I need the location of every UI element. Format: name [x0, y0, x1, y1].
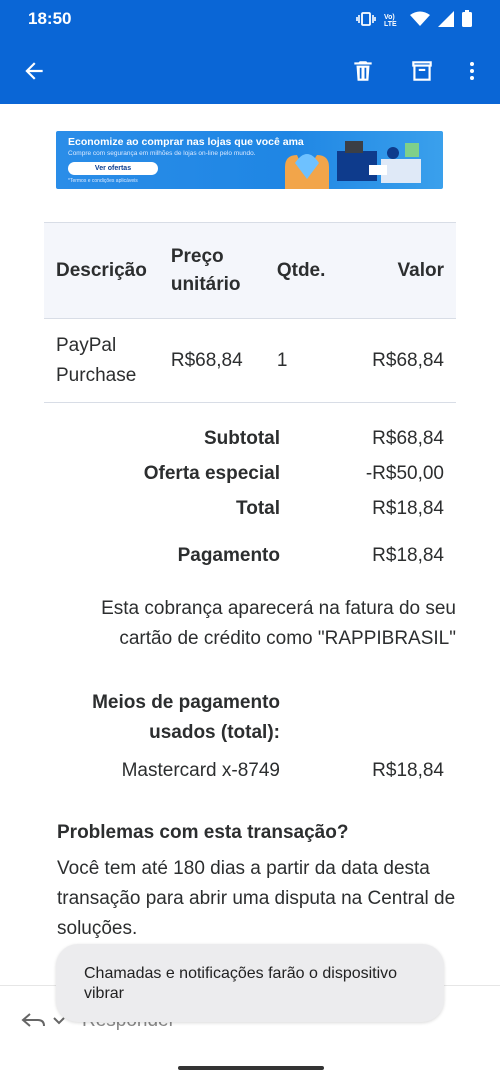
subtotal-label: Subtotal: [204, 428, 280, 449]
vibrate-toast: Chamadas e notificações farão o disposit…: [56, 944, 444, 1022]
more-vert-icon: [470, 62, 474, 80]
payment-row: Pagamento R$18,84: [44, 545, 456, 580]
volte-icon: Vo) LTE: [384, 14, 397, 28]
archive-icon: [412, 61, 432, 81]
item-unit-price: R$68,84: [170, 349, 243, 371]
item-value: R$68,84: [372, 349, 444, 371]
more-options-button[interactable]: [452, 51, 492, 91]
offer-row: Oferta especial -R$50,00: [44, 463, 456, 498]
subtotal-value: R$68,84: [372, 428, 444, 449]
signal-icon: [438, 10, 454, 32]
status-time: 18:50: [28, 9, 72, 28]
total-row: Total R$18,84: [44, 498, 456, 533]
offer-value: -R$50,00: [365, 463, 444, 484]
delete-button[interactable]: [343, 51, 383, 91]
subtotal-row: Subtotal R$68,84: [44, 428, 456, 463]
header-description: Descrição: [56, 259, 147, 281]
table-header-row: Descrição Preço unitário Qtde. Valor: [44, 222, 456, 319]
card-amount: R$18,84: [372, 760, 444, 781]
payment-value: R$18,84: [372, 545, 444, 566]
arrow-left-icon: [25, 62, 43, 80]
status-bar: 18:50 Vo) LTE: [0, 0, 500, 38]
home-indicator[interactable]: [178, 1066, 324, 1070]
promo-terms: *Termos e condições aplicáveis: [68, 178, 138, 184]
promo-banner[interactable]: Economize ao comprar nas lojas que você …: [56, 131, 443, 189]
promo-subtitle: Compre com segurança em milhões de lojas…: [68, 150, 256, 157]
billing-notice: Esta cobrança aparecerá na fatura do seu…: [101, 598, 456, 649]
card-name: Mastercard x-8749: [121, 760, 280, 781]
table-row: PayPal Purchase R$68,84 1 R$68,84: [44, 319, 456, 403]
battery-icon: [462, 10, 472, 32]
total-value: R$18,84: [372, 498, 444, 519]
vibrate-icon: [356, 11, 376, 32]
back-button[interactable]: [14, 51, 54, 91]
header-qty: Qtde.: [276, 259, 326, 281]
payment-methods-label: Meios de pagamento usados (total):: [92, 692, 280, 743]
items-table: Descrição Preço unitário Qtde. Valor Pay…: [44, 222, 456, 403]
total-label: Total: [236, 498, 280, 519]
app-bar: [0, 38, 500, 104]
item-description: PayPal Purchase: [56, 334, 137, 386]
status-icons: Vo) LTE: [356, 10, 472, 32]
payment-method-row: Mastercard x-8749 R$18,84: [44, 760, 456, 790]
problems-title: Problemas com esta transação?: [57, 822, 349, 843]
email-body: Economize ao comprar nas lojas que você …: [0, 104, 500, 1034]
promo-illustration: [285, 141, 421, 189]
offer-label: Oferta especial: [143, 463, 280, 484]
header-unit-price: Preço unitário: [170, 245, 241, 295]
item-qty: 1: [276, 349, 288, 371]
promo-offers-button[interactable]: Ver ofertas: [68, 162, 158, 175]
header-value: Valor: [397, 259, 444, 281]
wifi-icon: [410, 11, 430, 32]
trash-icon: [354, 61, 372, 81]
payment-label: Pagamento: [177, 545, 280, 566]
problems-body: Você tem até 180 dias a partir da data d…: [57, 858, 456, 939]
summary-block: Subtotal R$68,84 Oferta especial -R$50,0…: [44, 428, 456, 580]
archive-button[interactable]: [402, 51, 442, 91]
